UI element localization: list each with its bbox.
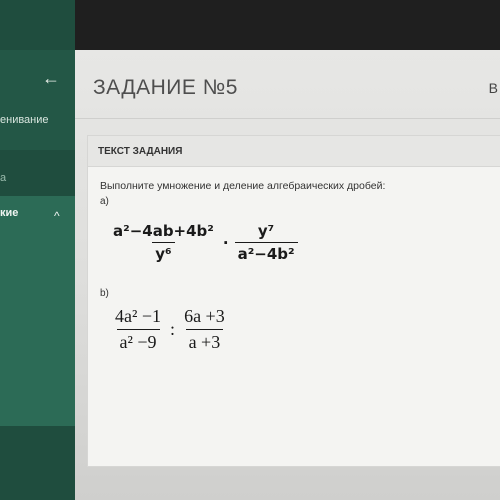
sidebar-item-active[interactable]: кие [0,207,18,219]
part-b-expression: 4a² −1 a² −9 : 6a +3 a +3 [112,306,228,353]
divider [75,118,500,119]
sidebar-item-2[interactable]: а [0,172,6,184]
top-bar [75,0,500,50]
arrow-left-icon[interactable]: ← [42,68,60,89]
fraction-a-right: y⁷ a²−4b² [234,222,298,263]
numerator: a²−4ab+4b² [113,222,214,240]
header-extra[interactable]: В [489,80,498,96]
numerator: 6a +3 [184,306,225,326]
section-title: ТЕКСТ ЗАДАНИЯ [98,146,183,157]
denominator: a +3 [185,329,224,353]
divide-operator: : [170,319,176,339]
denominator: a² −9 [116,329,160,353]
numerator: 4a² −1 [115,306,162,326]
sidebar-item-assessment[interactable]: енивание [0,114,49,126]
task-card-header: ТЕКСТ ЗАДАНИЯ [88,136,500,167]
sidebar: ← енивание а кие ^ [0,0,75,500]
sidebar-active-section [0,196,75,426]
part-a-label: а) [100,196,109,207]
denominator: a²−4b² [234,242,298,263]
chevron-up-icon[interactable]: ^ [54,209,60,223]
multiply-operator: · [222,233,229,252]
sidebar-header [0,50,75,150]
fraction-b-right: 6a +3 a +3 [181,306,228,353]
page-title: ЗАДАНИЕ №5 [93,76,238,99]
fraction-b-left: 4a² −1 a² −9 [112,306,164,353]
numerator: y⁷ [257,222,275,240]
part-a-expression: a²−4ab+4b² y⁶ · y⁷ a²−4b² [110,222,298,263]
part-b-label: b) [100,288,109,299]
task-card: ТЕКСТ ЗАДАНИЯ Выполните умножение и деле… [87,135,500,467]
fraction-a-left: a²−4ab+4b² y⁶ [110,222,217,263]
task-instruction: Выполните умножение и деление алгебраиче… [100,180,386,192]
main-content: ЗАДАНИЕ №5 В ТЕКСТ ЗАДАНИЯ Выполните умн… [75,0,500,500]
denominator: y⁶ [152,242,175,263]
